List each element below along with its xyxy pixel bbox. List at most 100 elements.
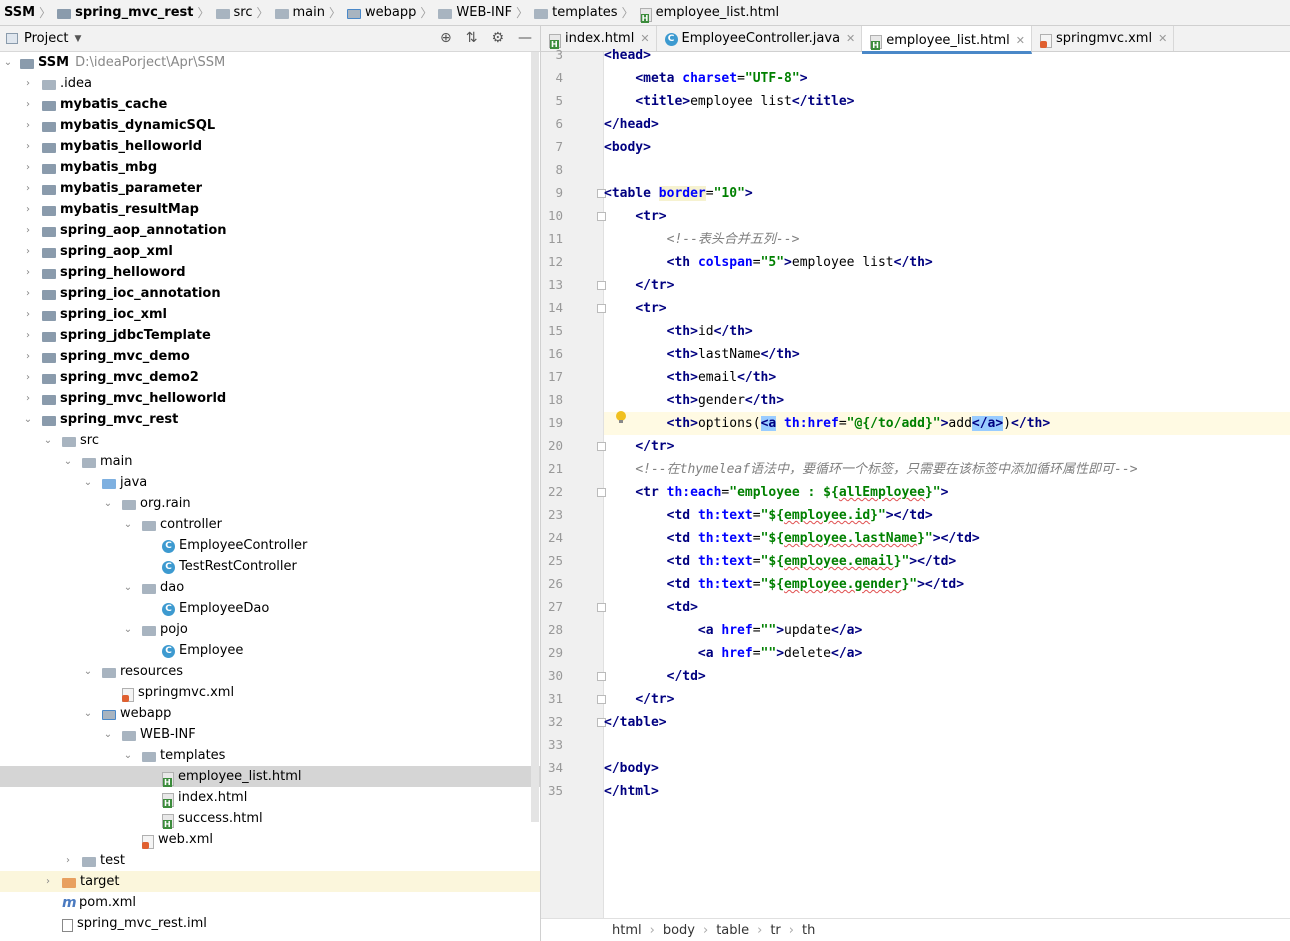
- chevron-right-icon[interactable]: ›: [20, 204, 36, 215]
- chevron-right-icon[interactable]: ›: [20, 120, 36, 131]
- code-line[interactable]: <td>: [604, 596, 1290, 619]
- tree-item[interactable]: ›target: [0, 871, 540, 892]
- code-line[interactable]: <th>email</th>: [604, 366, 1290, 389]
- tree-item[interactable]: web.xml: [0, 829, 540, 850]
- code-line[interactable]: <td th:text="${employee.gender}"></td>: [604, 573, 1290, 596]
- code-line[interactable]: <a href="">delete</a>: [604, 642, 1290, 665]
- tree-item[interactable]: CTestRestController: [0, 556, 540, 577]
- tag-path-item[interactable]: tr: [770, 923, 780, 938]
- code-line[interactable]: </tr>: [604, 688, 1290, 711]
- tree-item[interactable]: ⌄templates: [0, 745, 540, 766]
- code-line[interactable]: </html>: [604, 780, 1290, 803]
- code-line[interactable]: [604, 159, 1290, 182]
- tree-item[interactable]: ›.idea: [0, 73, 540, 94]
- code-line[interactable]: <tr th:each="employee : ${allEmployee}">: [604, 481, 1290, 504]
- tree-item[interactable]: ›spring_mvc_demo: [0, 346, 540, 367]
- code-line[interactable]: <th colspan="5">employee list</th>: [604, 251, 1290, 274]
- chevron-down-icon[interactable]: ⌄: [120, 582, 136, 593]
- tree-item[interactable]: ›spring_jdbcTemplate: [0, 325, 540, 346]
- chevron-down-icon[interactable]: ⌄: [60, 456, 76, 467]
- tree-item[interactable]: ⌄pojo: [0, 619, 540, 640]
- chevron-right-icon[interactable]: ›: [20, 372, 36, 383]
- code-line[interactable]: <td th:text="${employee.lastName}"></td>: [604, 527, 1290, 550]
- chevron-down-icon[interactable]: ⌄: [80, 477, 96, 488]
- code-line[interactable]: <title>employee list</title>: [604, 90, 1290, 113]
- tree-item[interactable]: CEmployeeDao: [0, 598, 540, 619]
- code-line[interactable]: <!--表头合并五列-->: [604, 228, 1290, 251]
- chevron-down-icon[interactable]: ⌄: [20, 414, 36, 425]
- chevron-down-icon[interactable]: ⌄: [80, 666, 96, 677]
- chevron-right-icon[interactable]: ›: [20, 393, 36, 404]
- chevron-right-icon[interactable]: ›: [20, 162, 36, 173]
- tree-item[interactable]: mpom.xml: [0, 892, 540, 913]
- chevron-right-icon[interactable]: ›: [20, 78, 36, 89]
- chevron-right-icon[interactable]: ›: [20, 225, 36, 236]
- tree-item[interactable]: CEmployeeController: [0, 535, 540, 556]
- code-line[interactable]: <th>gender</th>: [604, 389, 1290, 412]
- code-line[interactable]: <td th:text="${employee.email}"></td>: [604, 550, 1290, 573]
- tag-path-item[interactable]: th: [802, 923, 815, 938]
- chevron-down-icon[interactable]: ⌄: [120, 750, 136, 761]
- code-line[interactable]: <head>: [604, 44, 1290, 67]
- breadcrumb-item[interactable]: SSM〉: [4, 4, 55, 21]
- chevron-down-icon[interactable]: ⌄: [120, 519, 136, 530]
- code-line[interactable]: </head>: [604, 113, 1290, 136]
- code-line[interactable]: </body>: [604, 757, 1290, 780]
- chevron-down-icon[interactable]: ⌄: [120, 624, 136, 635]
- code-line[interactable]: <meta charset="UTF-8">: [604, 67, 1290, 90]
- code-line[interactable]: <!--在thymeleaf语法中，要循环一个标签，只需要在该标签中添加循环属性…: [604, 458, 1290, 481]
- tree-item[interactable]: ›spring_ioc_annotation: [0, 283, 540, 304]
- tree-item[interactable]: ⌄org.rain: [0, 493, 540, 514]
- tag-path-item[interactable]: body: [663, 923, 695, 938]
- chevron-down-icon[interactable]: ⌄: [40, 435, 56, 446]
- locate-icon[interactable]: ⊕: [440, 30, 452, 46]
- chevron-right-icon[interactable]: ›: [20, 99, 36, 110]
- tree-item[interactable]: ⌄controller: [0, 514, 540, 535]
- tree-item[interactable]: ⌄WEB-INF: [0, 724, 540, 745]
- breadcrumb-item[interactable]: WEB-INF〉: [438, 4, 532, 21]
- tree-item[interactable]: ›mybatis_resultMap: [0, 199, 540, 220]
- tree-item[interactable]: ⌄dao: [0, 577, 540, 598]
- tag-path-item[interactable]: html: [612, 923, 642, 938]
- tree-item[interactable]: ›spring_ioc_xml: [0, 304, 540, 325]
- breadcrumb-item[interactable]: templates〉: [534, 4, 637, 21]
- tree-item[interactable]: ›mybatis_cache: [0, 94, 540, 115]
- gear-icon[interactable]: ⚙: [491, 30, 504, 46]
- tag-path-item[interactable]: table: [716, 923, 749, 938]
- tree-item[interactable]: spring_mvc_rest.iml: [0, 913, 540, 934]
- collapse-all-icon[interactable]: ⇅: [466, 30, 478, 46]
- code-line[interactable]: [604, 734, 1290, 757]
- code-line[interactable]: <body>: [604, 136, 1290, 159]
- project-view-selector[interactable]: Project ▼: [0, 31, 81, 46]
- chevron-right-icon[interactable]: ›: [20, 183, 36, 194]
- tree-item[interactable]: ›spring_aop_xml: [0, 241, 540, 262]
- breadcrumb-item[interactable]: spring_mvc_rest〉: [57, 4, 213, 21]
- code-line[interactable]: <th>id</th>: [604, 320, 1290, 343]
- tree-item[interactable]: ›test: [0, 850, 540, 871]
- breadcrumb-item[interactable]: main〉: [275, 4, 346, 21]
- chevron-right-icon[interactable]: ›: [20, 246, 36, 257]
- code-line[interactable]: </tr>: [604, 274, 1290, 297]
- tree-item[interactable]: ⌄spring_mvc_rest: [0, 409, 540, 430]
- chevron-down-icon[interactable]: ⌄: [100, 498, 116, 509]
- tree-item[interactable]: index.html: [0, 787, 540, 808]
- tree-item[interactable]: ⌄java: [0, 472, 540, 493]
- code-line[interactable]: <a href="">update</a>: [604, 619, 1290, 642]
- tree-item[interactable]: success.html: [0, 808, 540, 829]
- tree-scrollbar[interactable]: [531, 52, 539, 822]
- tree-item[interactable]: ›spring_mvc_helloworld: [0, 388, 540, 409]
- tree-item[interactable]: ›spring_aop_annotation: [0, 220, 540, 241]
- code-line[interactable]: <td th:text="${employee.id}"></td>: [604, 504, 1290, 527]
- tree-item[interactable]: ›mybatis_mbg: [0, 157, 540, 178]
- tree-item[interactable]: ›spring_mvc_demo2: [0, 367, 540, 388]
- code-line[interactable]: </tr>: [604, 435, 1290, 458]
- tree-item[interactable]: ›mybatis_parameter: [0, 178, 540, 199]
- breadcrumb-item[interactable]: webapp〉: [347, 4, 436, 21]
- tree-item[interactable]: ›mybatis_helloworld: [0, 136, 540, 157]
- tree-item[interactable]: employee_list.html: [0, 766, 540, 787]
- chevron-right-icon[interactable]: ›: [60, 855, 76, 866]
- tree-item[interactable]: ⌄main: [0, 451, 540, 472]
- tree-item[interactable]: ⌄resources: [0, 661, 540, 682]
- breadcrumb-item[interactable]: src〉: [216, 4, 273, 21]
- hide-panel-icon[interactable]: —: [518, 30, 532, 46]
